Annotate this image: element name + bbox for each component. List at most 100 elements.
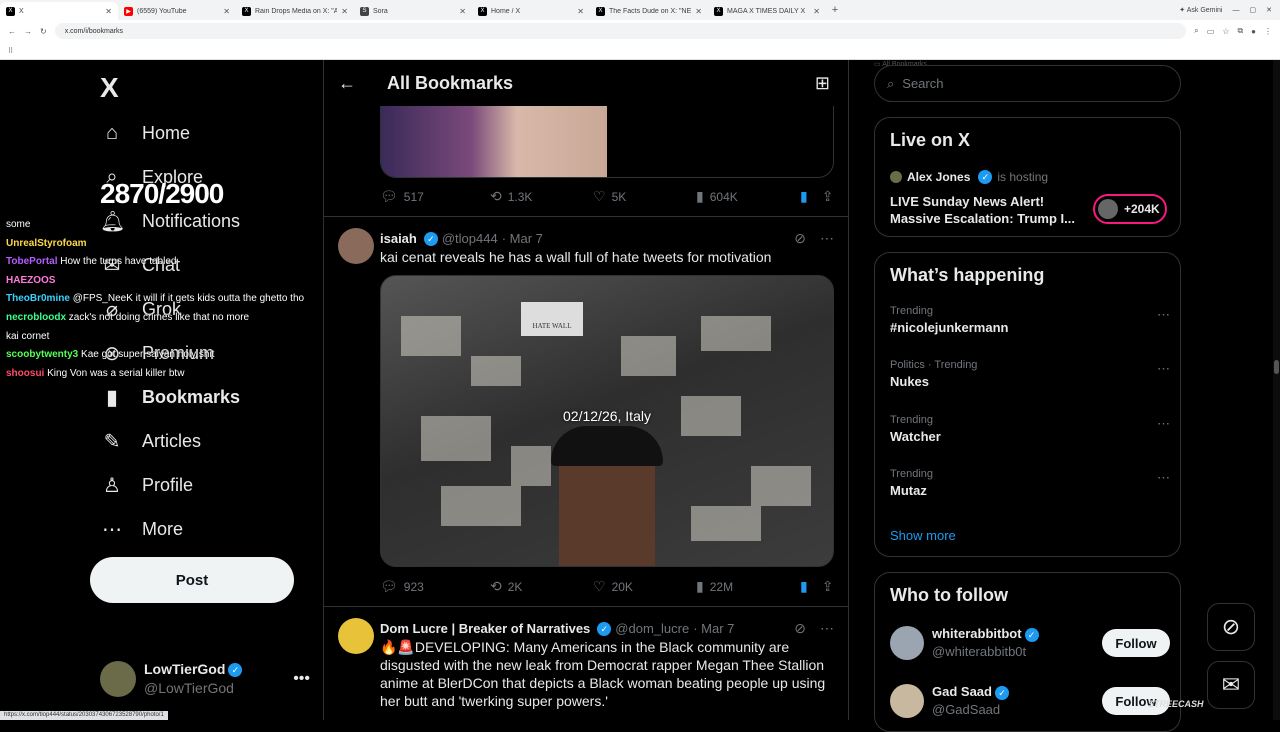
tweet-author-handle[interactable]: @dom_lucre (615, 621, 689, 636)
account-handle: @LowTierGod (144, 680, 234, 696)
avatar (890, 171, 902, 183)
articles-icon: ✎ (103, 430, 121, 453)
forward-nav-icon[interactable]: → (24, 27, 32, 36)
tweet-date[interactable]: · Mar 7 (693, 621, 734, 636)
tab-close-icon[interactable]: ✕ (341, 7, 348, 16)
tab-close-icon[interactable]: ✕ (105, 7, 112, 16)
browser-tab[interactable]: X Rain Drops Media on X: "A stu✕ (236, 2, 354, 20)
browser-tab[interactable]: X The Facts Dude on X: "NEW ✕ (590, 2, 708, 20)
nav-item-profile[interactable]: ♙ Profile (100, 465, 193, 505)
close-window-icon[interactable]: ✕ (1266, 6, 1272, 14)
tab-close-icon[interactable]: ✕ (459, 7, 466, 16)
bookmark-add-icon[interactable]: ⊞ (815, 73, 830, 94)
tweet-video[interactable]: HATE WALL 02/12/26, Italy (380, 275, 834, 567)
tweet-date[interactable]: · Mar 7 (502, 231, 543, 246)
browser-tab[interactable]: X X ✕ (0, 2, 118, 20)
nav-item-more[interactable]: ⋯ More (100, 509, 183, 549)
previous-tweet-actions: 💬︎ 517 ⟲ 1.3K ♡ 5K ▮ 604K ▮ ⇪ (380, 188, 834, 205)
share-button[interactable]: ⇪ (822, 578, 834, 595)
trend-item[interactable]: Trending #nicolejunkermann ⋯ (890, 305, 1170, 335)
browser-tab[interactable]: S Sora ✕ (354, 2, 472, 20)
url-field[interactable]: x.com/i/bookmarks (54, 23, 1187, 39)
trend-item[interactable]: Trending Watcher ⋯ (890, 414, 1170, 444)
tweet-more-icon[interactable]: ⋯ (820, 620, 834, 637)
minimize-icon[interactable]: — (1233, 7, 1240, 14)
profile-avatar-icon[interactable]: ● (1251, 27, 1256, 36)
tab-close-icon[interactable]: ✕ (813, 7, 820, 16)
reply-icon: 💬︎ (380, 188, 398, 204)
show-more-link[interactable]: Show more (890, 528, 956, 543)
page-scrollbar[interactable] (1273, 60, 1280, 720)
nav-item-home[interactable]: ⌂ Home (100, 113, 190, 153)
chat-username: scoobytwenty3 (6, 349, 79, 361)
avatar[interactable] (338, 618, 374, 654)
views-count: 604K (709, 189, 738, 204)
like-button[interactable]: ♡ 20K (593, 578, 696, 595)
repost-button[interactable]: ⟲ 2K (490, 578, 593, 595)
scrollbar-thumb[interactable] (1274, 360, 1279, 374)
tab-close-icon[interactable]: ✕ (695, 7, 702, 16)
reload-icon[interactable]: ↻ (40, 27, 47, 36)
extensions-icon[interactable]: ⧉ (1237, 26, 1243, 36)
views-button[interactable]: ▮ 604K (696, 188, 800, 205)
tab-close-icon[interactable]: ✕ (577, 7, 584, 16)
x-logo-icon[interactable]: X (100, 72, 119, 104)
browser-tab[interactable]: ▶ (6559) YouTube ✕ (118, 2, 236, 20)
trend-more-icon[interactable]: ⋯ (1157, 307, 1170, 323)
post-button[interactable]: Post (90, 557, 294, 603)
follow-suggestion[interactable]: whiterabbitbot ✓ @whiterabbitb0t Follow (890, 625, 1170, 661)
share-button[interactable]: ⇪ (822, 188, 834, 205)
repost-button[interactable]: ⟲ 1.3K (490, 188, 593, 205)
views-button[interactable]: ▮ 22M (696, 578, 800, 595)
browser-tab[interactable]: X Home / X ✕ (472, 2, 590, 20)
bookmark-button[interactable]: ▮ (800, 578, 808, 595)
chat-text: King Von was a serial killer btw (47, 367, 185, 379)
follow-button[interactable]: Follow (1102, 629, 1170, 657)
search-input[interactable]: ⌕ Search (874, 65, 1181, 102)
live-host[interactable]: Alex Jones ✓ is hosting (890, 170, 1048, 184)
chat-text: @FPS_NeeK it will if it gets kids outta … (72, 293, 305, 305)
zoom-icon[interactable]: ⌕ (1194, 26, 1198, 36)
star-icon[interactable]: ☆ (1222, 27, 1229, 36)
account-name: LowTierGod (144, 661, 226, 677)
cast-icon[interactable]: ▭ (1207, 27, 1215, 36)
grok-fab-icon[interactable]: ⊘ (1207, 603, 1255, 651)
browser-tab[interactable]: X MAGA X TIMES DAILY X ✕ (708, 2, 826, 20)
trend-item[interactable]: Politics · Trending Nukes ⋯ (890, 359, 1170, 389)
back-nav-icon[interactable]: ← (8, 27, 16, 36)
trend-item[interactable]: Trending Mutaz ⋯ (890, 468, 1170, 498)
like-button[interactable]: ♡ 5K (593, 188, 696, 205)
reply-button[interactable]: 💬︎ 517 (380, 188, 490, 205)
ask-gemini-button[interactable]: ✦ Ask Gemini (1179, 6, 1222, 14)
bookmark-button[interactable]: ▮ (800, 188, 808, 205)
trend-more-icon[interactable]: ⋯ (1157, 470, 1170, 486)
messages-fab-icon[interactable]: ✉ (1207, 661, 1255, 709)
previous-tweet-media[interactable] (380, 106, 834, 178)
nav-item-articles[interactable]: ✎ Articles (100, 421, 201, 461)
back-arrow-icon[interactable]: ← (324, 73, 370, 94)
trend-more-icon[interactable]: ⋯ (1157, 361, 1170, 377)
reply-button[interactable]: 💬︎ 923 (380, 578, 490, 595)
tweet-more-icon[interactable]: ⋯ (820, 230, 834, 247)
tweet-author-name[interactable]: Dom Lucre | Breaker of Narratives (380, 621, 590, 636)
account-switcher[interactable]: LowTierGod ✓ @LowTierGod ••• (100, 660, 310, 698)
grok-explain-icon[interactable]: ⊘ (794, 620, 806, 637)
new-tab-button[interactable]: + (826, 4, 844, 16)
account-more-icon[interactable]: ••• (293, 670, 310, 688)
tab-title: Rain Drops Media on X: "A stu (255, 7, 338, 15)
verified-badge-icon: ✓ (423, 231, 438, 246)
grok-explain-icon[interactable]: ⊘ (794, 230, 806, 247)
avatar (890, 684, 924, 718)
maximize-icon[interactable]: ▢ (1250, 6, 1257, 14)
tweet-author-name[interactable]: isaiah (380, 231, 417, 246)
tweet-author-handle[interactable]: @tlop444 (442, 231, 498, 246)
apps-icon[interactable]: ⠿ (8, 47, 13, 55)
avatar[interactable] (338, 228, 374, 264)
follow-suggestion[interactable]: Gad Saad ✓ @GadSaad Follow (890, 683, 1170, 719)
trend-more-icon[interactable]: ⋯ (1157, 416, 1170, 432)
menu-icon[interactable]: ⋮ (1264, 27, 1272, 36)
chat-message: TheoBr0mine @FPS_NeeK it will if it gets… (6, 290, 366, 309)
tab-close-icon[interactable]: ✕ (223, 7, 230, 16)
live-listeners-pill[interactable]: +204K (1093, 194, 1167, 224)
live-stream-title[interactable]: LIVE Sunday News Alert! Massive Escalati… (890, 193, 1085, 227)
